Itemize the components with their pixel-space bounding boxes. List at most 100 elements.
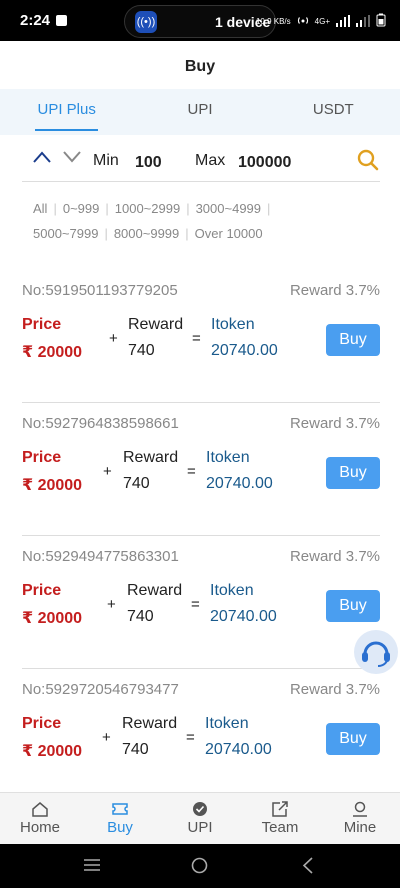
reward-rate: Reward 3.7% [289, 282, 380, 299]
page-header: Buy [0, 41, 400, 89]
reward-label: Reward [127, 582, 183, 599]
plus-sign: + [103, 463, 112, 480]
tab-upi-plus[interactable]: UPI Plus [0, 89, 133, 135]
sort-ascending-icon[interactable] [32, 150, 52, 168]
order-card: No:5929494775863301 Reward 3.7% Price ₹ … [22, 536, 380, 669]
signal-icon [336, 15, 350, 27]
reward-value: 740 [128, 342, 155, 359]
menu-icon[interactable] [84, 858, 100, 877]
token-value: 20740.00 [210, 608, 277, 625]
nav-mine[interactable]: Mine [320, 793, 400, 844]
back-icon[interactable] [302, 857, 314, 879]
price-value: ₹ 20000 [22, 477, 83, 494]
equals-sign: = [186, 729, 195, 746]
system-nav-bar [0, 844, 400, 888]
hotspot-icon [297, 14, 309, 28]
buy-button[interactable]: Buy [326, 590, 380, 622]
reward-label: Reward [128, 316, 184, 333]
range-chip-all[interactable]: All [33, 201, 47, 216]
customer-support-button[interactable] [354, 630, 398, 674]
tab-upi[interactable]: UPI [133, 89, 266, 135]
home-icon [31, 801, 49, 817]
nav-team[interactable]: Team [240, 793, 320, 844]
token-value: 20740.00 [205, 741, 272, 758]
net-speed: 10.9 KB/s [255, 16, 291, 26]
bottom-nav: Home Buy UPI Team Mine [0, 792, 400, 844]
equals-sign: = [192, 330, 201, 347]
tab-usdt[interactable]: USDT [267, 89, 400, 135]
headset-icon [354, 641, 398, 678]
nav-buy[interactable]: Buy [80, 793, 160, 844]
range-chip-1000-2999[interactable]: 1000~2999 [115, 201, 180, 216]
reward-rate: Reward 3.7% [289, 548, 380, 565]
price-label: Price [22, 715, 62, 732]
nav-home-label: Home [19, 819, 60, 836]
range-chip-8000-9999[interactable]: 8000~9999 [114, 226, 179, 241]
reward-value: 740 [123, 475, 150, 492]
nav-upi-label: UPI [187, 819, 213, 836]
token-value: 20740.00 [211, 342, 278, 359]
equals-sign: = [187, 463, 196, 480]
network-type: 4G+ [314, 16, 330, 26]
search-icon[interactable] [356, 148, 380, 172]
check-circle-icon [191, 801, 209, 817]
range-chip-0-999[interactable]: 0~999 [63, 201, 100, 216]
status-bar: 2:24 ((•)) 1 device 10.9 KB/s 4G+ [0, 0, 400, 41]
nav-upi[interactable]: UPI [160, 793, 240, 844]
price-value: ₹ 20000 [22, 344, 83, 361]
tab-bar: UPI Plus UPI USDT [0, 89, 400, 135]
token-label: Itoken [211, 316, 255, 333]
page-title: Buy [184, 58, 216, 75]
status-indicators: 10.9 KB/s 4G+ [256, 13, 386, 29]
order-number: No:5919501193779205 [22, 282, 178, 299]
price-label: Price [22, 316, 62, 333]
min-label: Min [93, 152, 119, 169]
price-value: ₹ 20000 [22, 610, 83, 627]
token-label: Itoken [206, 449, 250, 466]
max-input[interactable]: 100000 [238, 154, 291, 172]
price-label: Price [22, 582, 62, 599]
nav-home[interactable]: Home [0, 793, 80, 844]
price-label: Price [22, 449, 62, 466]
equals-sign: = [191, 596, 200, 613]
status-time: 2:24 [20, 12, 51, 29]
reward-value: 740 [127, 608, 154, 625]
nav-mine-label: Mine [343, 819, 377, 836]
ticket-icon [111, 801, 129, 817]
home-circle-icon[interactable] [191, 857, 208, 879]
range-chip-5000-7999[interactable]: 5000~7999 [33, 226, 98, 241]
sort-descending-icon[interactable] [62, 150, 82, 168]
range-chip-over-10000[interactable]: Over 10000 [195, 226, 263, 241]
token-label: Itoken [205, 715, 249, 732]
amount-filter: Min 100 Max 100000 [22, 142, 380, 182]
buy-button[interactable]: Buy [326, 723, 380, 755]
order-card: No:5929720546793477 Reward 3.7% Price ₹ … [22, 669, 380, 802]
user-icon [351, 801, 369, 817]
reward-value: 740 [122, 741, 149, 758]
range-chip-3000-4999[interactable]: 3000~4999 [196, 201, 261, 216]
broadcast-icon: ((•)) [135, 11, 157, 33]
plus-sign: + [107, 596, 116, 613]
amount-range-chips: All | 0~999 | 1000~2999 | 3000~4999 | 5000~7999 |… [33, 201, 271, 241]
order-number: No:5929720546793477 [22, 681, 179, 698]
max-label: Max [195, 152, 226, 169]
nav-buy-label: Buy [107, 819, 133, 836]
buy-button[interactable]: Buy [326, 457, 380, 489]
notification-app-icon [56, 15, 67, 26]
reward-label: Reward [122, 715, 178, 732]
price-value: ₹ 20000 [22, 743, 83, 760]
buy-button[interactable]: Buy [326, 324, 380, 356]
order-card: No:5919501193779205 Reward 3.7% Price ₹ … [22, 270, 380, 403]
token-label: Itoken [210, 582, 254, 599]
battery-icon [376, 13, 386, 29]
device-pill[interactable]: ((•)) 1 device [124, 5, 276, 38]
reward-rate: Reward 3.7% [289, 415, 380, 432]
plus-sign: + [109, 330, 118, 347]
min-input[interactable]: 100 [135, 154, 162, 172]
reward-label: Reward [123, 449, 179, 466]
signal-icon-2 [356, 15, 370, 27]
order-number: No:5929494775863301 [22, 548, 179, 565]
reward-rate: Reward 3.7% [289, 681, 380, 698]
order-card: No:5927964838598661 Reward 3.7% Price ₹ … [22, 403, 380, 536]
order-number: No:5927964838598661 [22, 415, 179, 432]
